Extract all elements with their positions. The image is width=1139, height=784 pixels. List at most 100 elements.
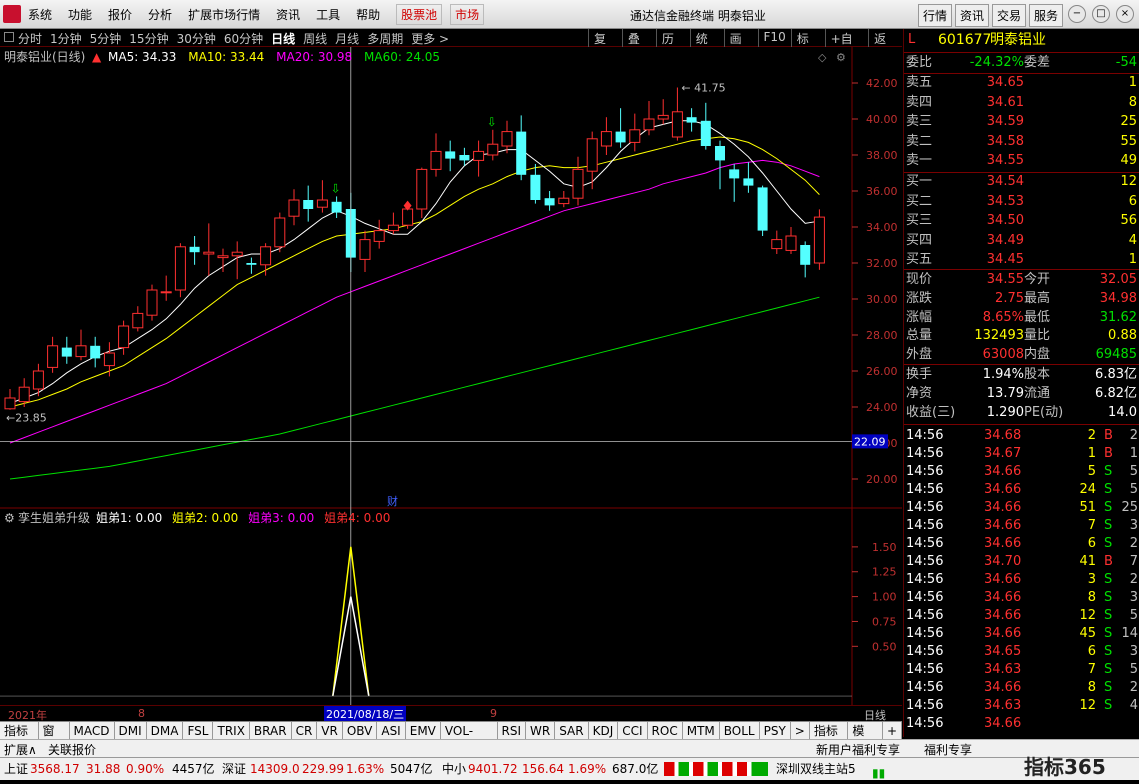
candle-body	[217, 255, 229, 259]
candle-body	[445, 151, 456, 159]
tab-asi[interactable]: ASI	[377, 722, 406, 739]
expand-button[interactable]: 扩展∧	[4, 741, 37, 758]
period-60min[interactable]: 60分钟	[224, 30, 263, 47]
trade-n: 2	[1129, 536, 1138, 551]
trade-row: 14:56 34.68 2 B 2	[904, 427, 1139, 445]
menu-item-tools[interactable]: 工具	[316, 6, 340, 23]
tab-rsi[interactable]: RSI	[498, 722, 526, 739]
diamond-icon[interactable]: ◇	[818, 51, 827, 64]
price-tick-label: 36.00	[866, 185, 898, 198]
tab-indicator-b[interactable]: 指标B	[810, 722, 849, 754]
period-weekly[interactable]: 周线	[303, 30, 327, 47]
tab-psy[interactable]: PSY	[760, 722, 791, 739]
kline-chart-area[interactable]: 42.00 40.00 38.00 36.00 34.00 32.00 30.00 28.00…	[0, 47, 902, 721]
candle-body	[103, 352, 115, 367]
tab-indicator-a[interactable]: 指标A	[0, 722, 39, 754]
period-monthly[interactable]: 月线	[335, 30, 359, 47]
weibi-value: -24.32%	[969, 55, 1024, 70]
trade-v: 8	[1087, 680, 1096, 695]
menu-item-analysis[interactable]: 分析	[148, 6, 172, 23]
tab-roc[interactable]: ROC	[648, 722, 683, 739]
period-1min[interactable]: 1分钟	[50, 30, 82, 47]
tab-mtm[interactable]: MTM	[683, 722, 720, 739]
period-multi[interactable]: 多周期	[367, 30, 403, 47]
service-button[interactable]: 服务	[1029, 4, 1064, 27]
candle-body	[715, 146, 725, 161]
ma60-legend: MA60: 24.05	[364, 50, 440, 64]
tab-fsl[interactable]: FSL	[183, 722, 214, 739]
tab-window[interactable]: 窗口	[39, 722, 70, 754]
minimize-icon[interactable]: −	[1068, 5, 1086, 23]
tab-kdj[interactable]: KDJ	[589, 722, 619, 739]
tab-brar[interactable]: BRAR	[250, 722, 292, 739]
close-icon[interactable]: ×	[1116, 5, 1134, 23]
indicator-gear-icon[interactable]: ⚙	[4, 511, 15, 525]
tab-trix[interactable]: TRIX	[213, 722, 250, 739]
tab-vr[interactable]: VR	[317, 722, 343, 739]
price-tick-label: 30.00	[866, 293, 898, 306]
stat-row-c: 最高	[1024, 290, 1051, 306]
tab-dmi[interactable]: DMI	[115, 722, 147, 739]
fund-row-c: PE(动)	[1024, 405, 1064, 420]
period-5min[interactable]: 5分钟	[90, 30, 122, 47]
fund-row-d: 6.82亿	[1095, 386, 1137, 401]
legend-3: 姐弟3: 0.00	[248, 511, 314, 525]
trade-n: 7	[1129, 554, 1138, 569]
menu-item-stock-pool[interactable]: 股票池	[396, 4, 443, 25]
period-15min[interactable]: 15分钟	[129, 30, 168, 47]
trade-bs: S	[1104, 626, 1113, 641]
trade-n: 2	[1129, 680, 1138, 695]
ma20-legend: MA20: 30.98	[276, 50, 352, 64]
tab-macd[interactable]: MACD	[70, 722, 115, 739]
tab-cr[interactable]: CR	[292, 722, 318, 739]
menu-item-market[interactable]: 市场	[450, 4, 485, 25]
candle-body	[4, 397, 16, 410]
tab-wr[interactable]: WR	[526, 722, 556, 739]
info-button[interactable]: 资讯	[955, 4, 990, 27]
menu-item-ext-market[interactable]: 扩展市场行情	[188, 6, 260, 23]
menu-item-help[interactable]: 帮助	[356, 6, 380, 23]
trade-row: 14:56 34.63 12 S 4	[904, 697, 1139, 715]
trade-row: 14:56 34.66 12 S 5	[904, 607, 1139, 625]
low-price-label: ←23.85	[6, 412, 47, 425]
menu-bar: 系统 功能 报价 分析 扩展市场行情 资讯 工具 帮助 股票池 市场 通达信金融…	[0, 0, 1139, 29]
tab-more[interactable]: >	[791, 722, 810, 739]
maximize-icon[interactable]: □	[1092, 5, 1110, 23]
quote-button[interactable]: 行情	[918, 4, 953, 27]
tab-boll[interactable]: BOLL	[720, 722, 760, 739]
bid-row-a: 买一	[906, 174, 933, 189]
period-daily[interactable]: 日线	[271, 30, 295, 47]
candle-body	[402, 208, 414, 226]
bid-row-a: 买三	[906, 213, 933, 228]
tab-dma[interactable]: DMA	[147, 722, 184, 739]
trade-button[interactable]: 交易	[992, 4, 1027, 27]
ask-row-d: 55	[1120, 133, 1137, 149]
menu-item-info[interactable]: 资讯	[276, 6, 300, 23]
fund-row-b: 1.290	[986, 405, 1024, 420]
tab-cci[interactable]: CCI	[618, 722, 648, 739]
ask-row-a: 卖五	[906, 75, 933, 90]
window-title: 通达信金融终端 明泰铝业	[630, 9, 766, 23]
period-more[interactable]: 更多 >	[411, 30, 449, 47]
menu-item-system[interactable]: 系统	[28, 6, 52, 23]
menu-item-function[interactable]: 功能	[68, 6, 92, 23]
stock-code: 601677	[938, 32, 992, 48]
bid-row: 买四 34.49 4	[904, 232, 1139, 250]
menu-item-quote[interactable]: 报价	[108, 6, 132, 23]
candle-body	[90, 345, 101, 359]
tab-template[interactable]: 模 板	[848, 722, 883, 754]
tab-add[interactable]: +	[883, 722, 902, 739]
tab-sar[interactable]: SAR	[555, 722, 589, 739]
welfare-promo[interactable]: 福利专享	[924, 741, 972, 758]
settings-icon[interactable]: ⚙	[836, 51, 846, 64]
new-user-promo[interactable]: 新用户福利专享	[816, 741, 900, 758]
tab-obv[interactable]: OBV	[343, 722, 378, 739]
period-30min[interactable]: 30分钟	[177, 30, 216, 47]
period-minute-chart[interactable]: 分时	[18, 30, 42, 47]
tab-vol-tdx[interactable]: VOL-TDX	[441, 722, 498, 754]
panel-toggle-icon[interactable]	[4, 32, 14, 42]
related-quote-button[interactable]: 关联报价	[48, 741, 96, 758]
server-name[interactable]: 深圳双线主站5	[776, 758, 856, 780]
candle-body	[430, 150, 442, 170]
tab-emv[interactable]: EMV	[406, 722, 441, 739]
